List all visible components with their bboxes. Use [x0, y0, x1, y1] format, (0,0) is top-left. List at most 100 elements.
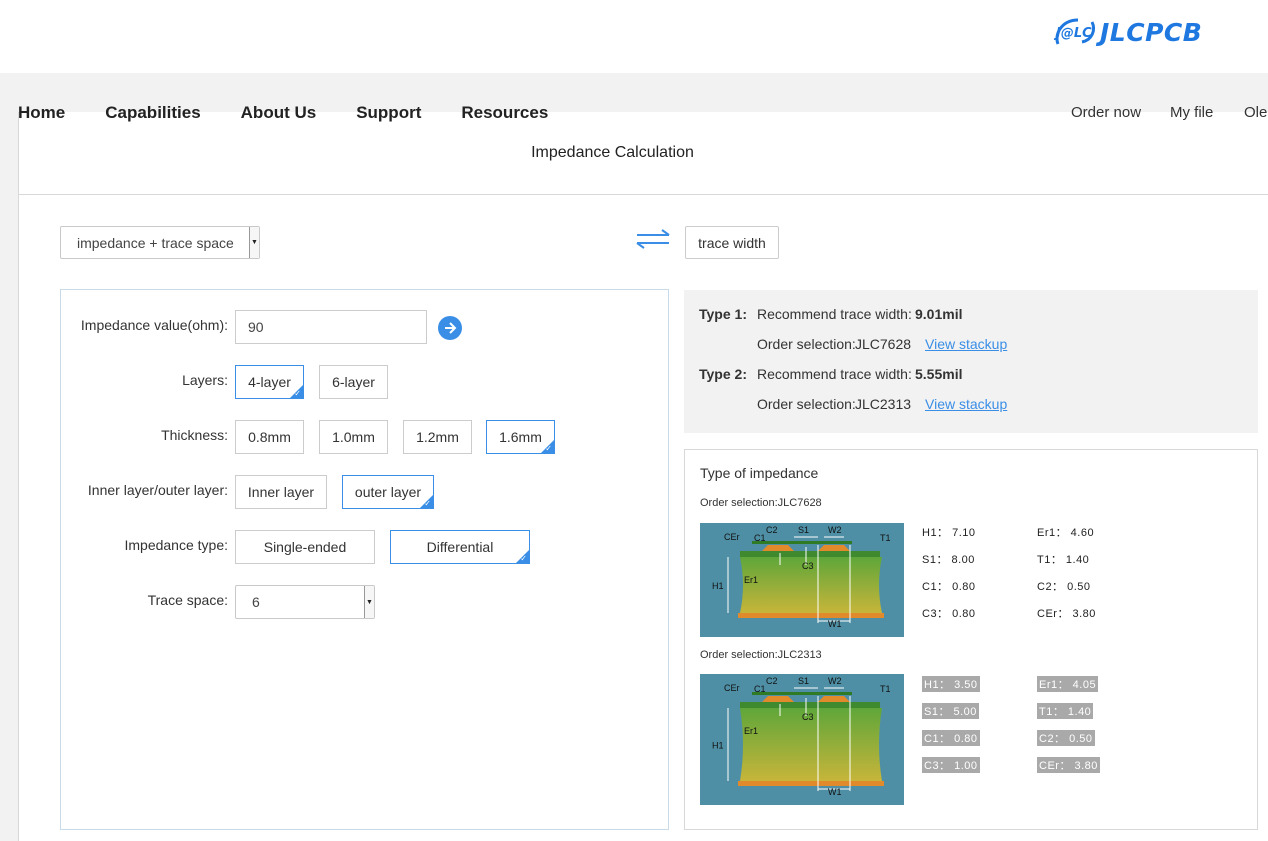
param-c1: C1： 0.80 [922, 581, 976, 593]
layers-option-4[interactable]: 4-layer ✓ [235, 365, 304, 399]
layers-option-6[interactable]: 6-layer [319, 365, 388, 399]
type2-recommend-value: 5.55mil [915, 366, 963, 382]
type2-recommend-label: Recommend trace width: [757, 366, 912, 382]
param-h1: H1： 3.50 [922, 676, 980, 692]
title-divider [19, 194, 1268, 195]
mask-top [752, 541, 852, 544]
svg-text:S1: S1 [798, 525, 809, 535]
svg-text:J@LC: J@LC [1053, 26, 1092, 41]
type2-view-stackup-link[interactable]: View stackup [925, 396, 1007, 412]
svg-text:C1: C1 [754, 533, 766, 543]
impedance-value-label: Impedance value(ohm): [80, 317, 228, 333]
param-t1: T1： 1.40 [1037, 554, 1090, 566]
jlc-logo-mark-icon: J@LC [1052, 14, 1098, 50]
impedance-value-input[interactable]: 90 [235, 310, 427, 344]
type2-order-label: Order selection: [757, 396, 856, 412]
option-label: Differential [426, 539, 494, 555]
trace-space-value: 6 [252, 594, 260, 610]
mask-top [752, 692, 852, 695]
jlcpcb-logo[interactable]: J@LC JLCPCB [1052, 14, 1202, 50]
param-s1: S1： 8.00 [922, 554, 975, 566]
trace-left [762, 545, 794, 551]
trace-space-select[interactable]: 6 ▼ [235, 585, 375, 619]
option-label: 1.6mm [499, 429, 542, 445]
mode-select[interactable]: impedance + trace space ▼ [60, 226, 260, 259]
type1-order-label: Order selection: [757, 336, 856, 352]
thickness-option-0-8[interactable]: 0.8mm [235, 420, 304, 454]
layers-label: Layers: [182, 372, 228, 388]
nav-support[interactable]: Support [356, 103, 421, 127]
trace-right [818, 696, 850, 702]
param-c1: C1： 0.80 [922, 730, 980, 746]
differential-option[interactable]: Differential ✓ [390, 530, 530, 564]
type1-recommend-label: Recommend trace width: [757, 306, 912, 322]
nav-about-us[interactable]: About Us [241, 103, 317, 127]
nav-home[interactable]: Home [18, 103, 65, 127]
thickness-label: Thickness: [161, 427, 228, 443]
swap-arrows-icon[interactable] [635, 228, 671, 250]
svg-text:H1: H1 [712, 741, 724, 751]
solder-mask [740, 702, 880, 708]
check-icon: ✓ [294, 389, 301, 398]
svg-text:C3: C3 [802, 561, 814, 571]
nav-user[interactable]: Oleg [1244, 104, 1268, 121]
top-header: J@LC JLCPCB [0, 0, 1268, 73]
svg-text:C2: C2 [766, 525, 778, 535]
check-icon: ✓ [520, 554, 527, 563]
type1-view-stackup-link[interactable]: View stackup [925, 336, 1007, 352]
stackup2-diagram: CEr C1 C2 S1 W2 T1 C3 H1 Er1 W1 [700, 674, 904, 805]
type2-label: Type 2: [699, 366, 747, 382]
nav-my-file[interactable]: My file [1170, 104, 1213, 121]
arrow-right-icon [445, 322, 457, 334]
svg-text:H1: H1 [712, 581, 724, 591]
trace-left [762, 696, 794, 702]
svg-text:CEr: CEr [724, 683, 740, 693]
svg-text:S1: S1 [798, 676, 809, 686]
svg-text:CEr: CEr [724, 532, 740, 542]
outer-layer-option[interactable]: outer layer ✓ [342, 475, 434, 509]
check-icon: ✓ [424, 499, 431, 508]
nav-resources[interactable]: Resources [461, 103, 548, 127]
param-h1: H1： 7.10 [922, 527, 976, 539]
mode-select-value: impedance + trace space [77, 234, 234, 251]
param-c2: C2： 0.50 [1037, 730, 1095, 746]
copper-bottom [738, 781, 884, 786]
param-c2: C2： 0.50 [1037, 581, 1091, 593]
trace-width-button[interactable]: trace width [685, 226, 779, 259]
main-nav: Home Capabilities About Us Support Resou… [18, 103, 588, 127]
copper-bottom [738, 613, 884, 618]
option-label: outer layer [354, 484, 422, 500]
type1-label: Type 1: [699, 306, 747, 322]
thickness-option-1-6[interactable]: 1.6mm ✓ [486, 420, 555, 454]
thickness-option-1-0[interactable]: 1.0mm [319, 420, 388, 454]
type2-order-value: JLC2313 [855, 396, 912, 412]
calculate-button[interactable] [438, 316, 462, 340]
nav-order-now[interactable]: Order now [1071, 104, 1141, 121]
svg-text:C1: C1 [754, 684, 766, 694]
param-cer: CEr： 3.80 [1037, 757, 1100, 773]
type1-order-value: JLC7628 [855, 336, 912, 352]
svg-text:C3: C3 [802, 712, 814, 722]
param-er1: Er1： 4.05 [1037, 676, 1099, 692]
type1-recommend-value: 9.01mil [915, 306, 963, 322]
nav-capabilities[interactable]: Capabilities [105, 103, 200, 127]
svg-text:W1: W1 [828, 619, 842, 629]
svg-text:W2: W2 [828, 676, 842, 686]
thickness-option-1-2[interactable]: 1.2mm [403, 420, 472, 454]
single-ended-option[interactable]: Single-ended [235, 530, 375, 564]
stackup2-order-selection: Order selection:JLC2313 [700, 649, 822, 661]
page-title: Impedance Calculation [531, 144, 694, 161]
trace-space-label: Trace space: [147, 592, 228, 608]
chevron-down-icon: ▼ [364, 586, 374, 618]
stackup1-diagram: CEr C1 C2 S1 W2 T1 C3 H1 Er1 W1 [700, 523, 904, 637]
impedance-type-title: Type of impedance [700, 465, 819, 481]
param-c3: C3： 0.80 [922, 608, 976, 620]
inner-layer-option[interactable]: Inner layer [235, 475, 327, 509]
param-c3: C3： 1.00 [922, 757, 980, 773]
param-er1: Er1： 4.60 [1037, 527, 1095, 539]
stackup1-order-selection: Order selection:JLC7628 [700, 497, 822, 509]
trace-right [818, 545, 850, 551]
svg-text:T1: T1 [880, 684, 891, 694]
svg-text:W2: W2 [828, 525, 842, 535]
param-t1: T1： 1.40 [1037, 703, 1094, 719]
